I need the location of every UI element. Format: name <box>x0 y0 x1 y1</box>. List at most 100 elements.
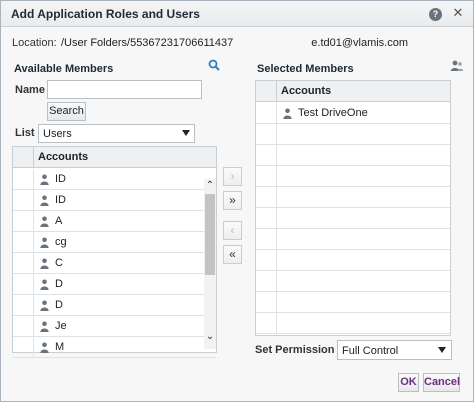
selected-accounts-header: Accounts <box>281 85 332 97</box>
move-all-button[interactable]: » <box>223 191 242 210</box>
row-select-cell <box>256 313 277 333</box>
row-select-cell <box>256 250 277 270</box>
permission-label: Set Permission to <box>255 344 348 356</box>
row-select-cell[interactable] <box>13 337 34 357</box>
empty-table-row <box>256 145 450 166</box>
available-members-title: Available Members <box>14 63 114 75</box>
table-row[interactable]: Je <box>13 316 216 337</box>
row-select-cell <box>256 166 277 186</box>
table-row[interactable]: D <box>13 274 216 295</box>
user-icon <box>40 195 49 206</box>
row-select-cell <box>256 292 277 312</box>
row-select-cell <box>256 187 277 207</box>
name-input[interactable] <box>47 80 202 99</box>
move-selected-button[interactable]: › <box>223 167 242 186</box>
select-column-header <box>13 147 34 168</box>
account-name: ID <box>55 194 66 206</box>
user-icon <box>40 321 49 332</box>
available-table-header: Accounts <box>13 147 216 168</box>
user-icon <box>40 237 49 248</box>
empty-table-row <box>256 124 450 145</box>
account-name: Je <box>55 320 67 332</box>
row-select-cell <box>256 229 277 249</box>
list-select[interactable]: Users <box>38 124 195 143</box>
selected-members-title: Selected Members <box>257 63 354 75</box>
row-select-cell <box>256 208 277 228</box>
table-row[interactable]: cg <box>13 232 216 253</box>
empty-table-row <box>256 187 450 208</box>
scroll-up-icon[interactable]: ⌃ <box>204 180 216 192</box>
search-button[interactable]: Search <box>47 102 86 121</box>
empty-table-row <box>256 208 450 229</box>
user-icon <box>40 342 49 353</box>
table-row[interactable]: A <box>13 211 216 232</box>
permission-select-value: Full Control <box>342 345 399 357</box>
name-label: Name <box>15 84 45 96</box>
row-select-cell <box>256 124 277 144</box>
available-accounts-header: Accounts <box>38 151 89 163</box>
row-select-cell <box>256 145 277 165</box>
list-label: List <box>15 127 35 139</box>
empty-table-row <box>256 292 450 313</box>
account-name: ID <box>55 173 66 185</box>
location-label: Location: <box>12 37 57 49</box>
selected-table-header: Accounts <box>256 81 450 102</box>
chevron-down-icon <box>438 347 446 353</box>
account-name: M <box>55 341 65 353</box>
row-select-cell[interactable] <box>13 211 34 231</box>
empty-table-row <box>256 166 450 187</box>
scroll-down-icon[interactable]: ⌄ <box>204 331 216 343</box>
account-name: D <box>55 299 63 311</box>
account-name: Test DriveOne <box>298 107 368 119</box>
list-select-value: Users <box>43 128 72 140</box>
ok-button[interactable]: OK <box>398 373 419 392</box>
user-icon <box>283 108 292 119</box>
table-row[interactable]: D <box>13 295 216 316</box>
user-icon <box>40 216 49 227</box>
available-accounts-table: Accounts ID ID Acg C D D Je M <box>12 146 217 358</box>
table-row[interactable]: ID <box>13 169 216 190</box>
row-select-cell[interactable] <box>13 274 34 294</box>
user-icon <box>40 300 49 311</box>
account-name: A <box>55 215 63 227</box>
search-icon[interactable] <box>208 59 220 71</box>
row-select-cell[interactable] <box>13 316 34 336</box>
permission-select[interactable]: Full Control <box>337 340 452 360</box>
chevron-down-icon <box>182 130 190 136</box>
remove-selected-button[interactable]: ‹ <box>223 221 242 240</box>
table-row[interactable]: ID <box>13 190 216 211</box>
scroll-thumb[interactable] <box>205 194 215 275</box>
dialog-title: Add Application Roles and Users <box>11 7 200 21</box>
location-value: /User Folders/55367231706611437 e.td01@vl… <box>61 37 408 49</box>
dialog-titlebar: Add Application Roles and Users ? ✕ <box>1 1 473 27</box>
table-row[interactable]: C <box>13 253 216 274</box>
table-row[interactable]: M <box>13 337 216 358</box>
close-icon[interactable]: ✕ <box>451 6 465 20</box>
add-roles-users-dialog: Add Application Roles and Users ? ✕ Loca… <box>0 0 474 402</box>
empty-table-row <box>256 250 450 271</box>
help-icon[interactable]: ? <box>429 8 442 21</box>
user-icon <box>40 279 49 290</box>
remove-all-button[interactable]: « <box>223 245 242 264</box>
empty-table-row <box>256 271 450 292</box>
table-row[interactable]: Test DriveOne <box>256 103 450 124</box>
row-select-cell[interactable] <box>13 232 34 252</box>
empty-table-row <box>256 313 450 334</box>
row-select-cell[interactable] <box>13 169 34 189</box>
account-name: cg <box>55 236 67 248</box>
account-name: D <box>55 278 63 290</box>
row-select-cell <box>256 271 277 291</box>
empty-table-row <box>256 229 450 250</box>
cancel-button[interactable]: Cancel <box>423 373 460 392</box>
row-select-cell[interactable] <box>13 190 34 210</box>
account-name: C <box>55 257 63 269</box>
user-icon <box>40 258 49 269</box>
people-icon[interactable] <box>450 60 464 72</box>
selected-accounts-table: Accounts Test DriveOne <box>255 80 451 336</box>
row-select-cell[interactable] <box>13 295 34 315</box>
user-icon <box>40 174 49 185</box>
row-select-cell[interactable] <box>256 103 277 123</box>
location-path: /User Folders/55367231706611437 <box>61 37 234 49</box>
location-suffix: e.td01@vlamis.com <box>311 37 409 49</box>
row-select-cell[interactable] <box>13 253 34 273</box>
